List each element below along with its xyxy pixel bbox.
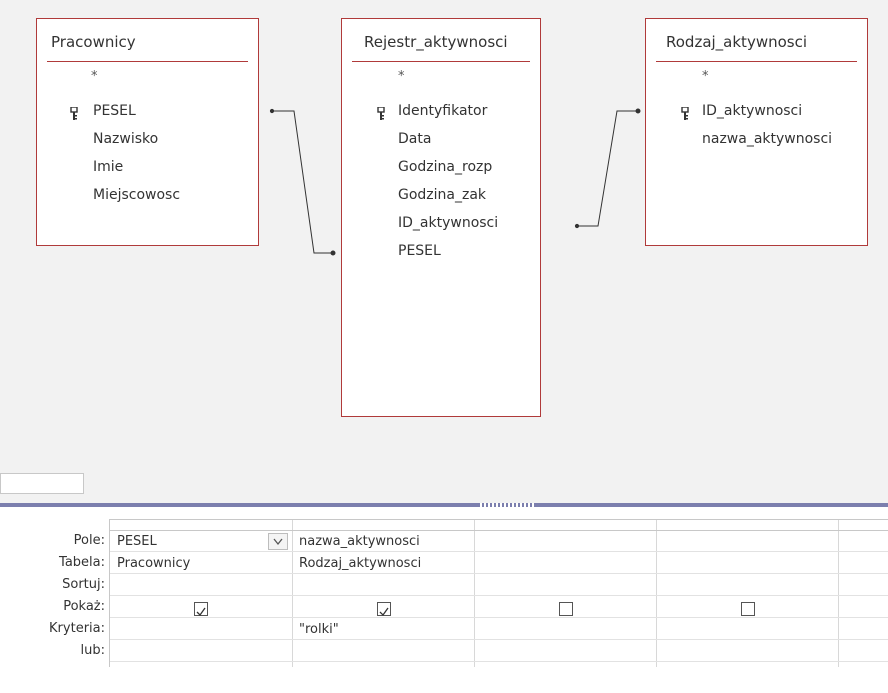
row-divider [110,551,888,552]
grid-table-cell[interactable]: Rodzaj_aktywnosci [299,556,421,571]
row-divider [110,639,888,640]
field-id-aktywnosci[interactable]: ID_aktywnosci [702,103,802,119]
chevron-down-icon [273,538,283,546]
table-box-rejestr-aktywnosci[interactable]: Rejestr_aktywnosci * Identyfikator Data … [341,18,541,417]
query-design-area: Pracownicy * PESEL Nazwisko Imie Miejsco… [0,0,888,472]
field-nazwa-aktywnosci[interactable]: nazwa_aktywnosci [702,131,832,147]
field-imie[interactable]: Imie [93,159,123,175]
column-divider [838,520,839,667]
relationship-line-id-aktywnosci [574,108,641,229]
grid-field-cell[interactable]: PESEL [117,534,157,549]
query-design-grid: PESEL Pracownicy nazwa_aktywnosci Rodzaj… [109,519,888,667]
row-label-tabela: Tabela: [59,555,105,570]
table-title[interactable]: Rodzaj_aktywnosci [666,33,807,51]
table-box-rodzaj-aktywnosci[interactable]: Rodzaj_aktywnosci * ID_aktywnosci nazwa_… [645,18,868,246]
grid-criteria-cell[interactable]: "rolki" [299,622,339,637]
row-label-sortuj: Sortuj: [62,577,105,592]
show-checkbox[interactable] [194,602,208,617]
column-divider [474,520,475,667]
field-nazwisko[interactable]: Nazwisko [93,131,158,147]
row-label-pole: Pole: [73,533,105,548]
row-divider [110,573,888,574]
field-godzina-rozp[interactable]: Godzina_rozp [398,159,492,175]
table-title-divider [352,61,530,62]
show-checkbox[interactable] [559,602,573,616]
row-divider [110,661,888,662]
field-identyfikator[interactable]: Identyfikator [398,103,487,119]
checkmark-icon [196,607,206,617]
table-box-pracownicy[interactable]: Pracownicy * PESEL Nazwisko Imie Miejsco… [36,18,259,246]
grid-header-line [110,530,888,531]
field-godzina-zak[interactable]: Godzina_zak [398,187,486,203]
field-miejscowosc[interactable]: Miejscowosc [93,187,180,203]
show-checkbox[interactable] [377,602,391,617]
column-divider [656,520,657,667]
grid-table-cell[interactable]: Pracownicy [117,556,190,571]
row-label-lub: lub: [80,643,105,658]
table-title-divider [656,61,857,62]
horizontal-scrollbar[interactable] [0,473,84,494]
column-divider [292,520,293,667]
checkmark-icon [379,607,389,617]
field-pesel[interactable]: PESEL [398,243,441,259]
field-all[interactable]: * [91,69,98,84]
table-title[interactable]: Rejestr_aktywnosci [364,33,508,51]
row-divider [110,617,888,618]
field-dropdown-button[interactable] [268,533,288,550]
table-title[interactable]: Pracownicy [51,33,136,51]
row-label-pokaz: Pokaż: [63,599,105,614]
show-checkbox[interactable] [741,602,755,616]
field-all[interactable]: * [702,69,709,84]
field-all[interactable]: * [398,69,405,84]
primary-key-icon [377,107,385,120]
row-divider [110,595,888,596]
primary-key-icon [681,107,689,120]
design-scroll-band [0,472,888,503]
table-title-divider [47,61,248,62]
field-data[interactable]: Data [398,131,431,147]
primary-key-icon [70,107,78,120]
relationship-line-pesel [269,108,336,256]
grid-field-cell[interactable]: nazwa_aktywnosci [299,534,420,549]
row-label-kryteria: Kryteria: [49,621,105,636]
field-pesel[interactable]: PESEL [93,103,136,119]
field-id-aktywnosci[interactable]: ID_aktywnosci [398,215,498,231]
